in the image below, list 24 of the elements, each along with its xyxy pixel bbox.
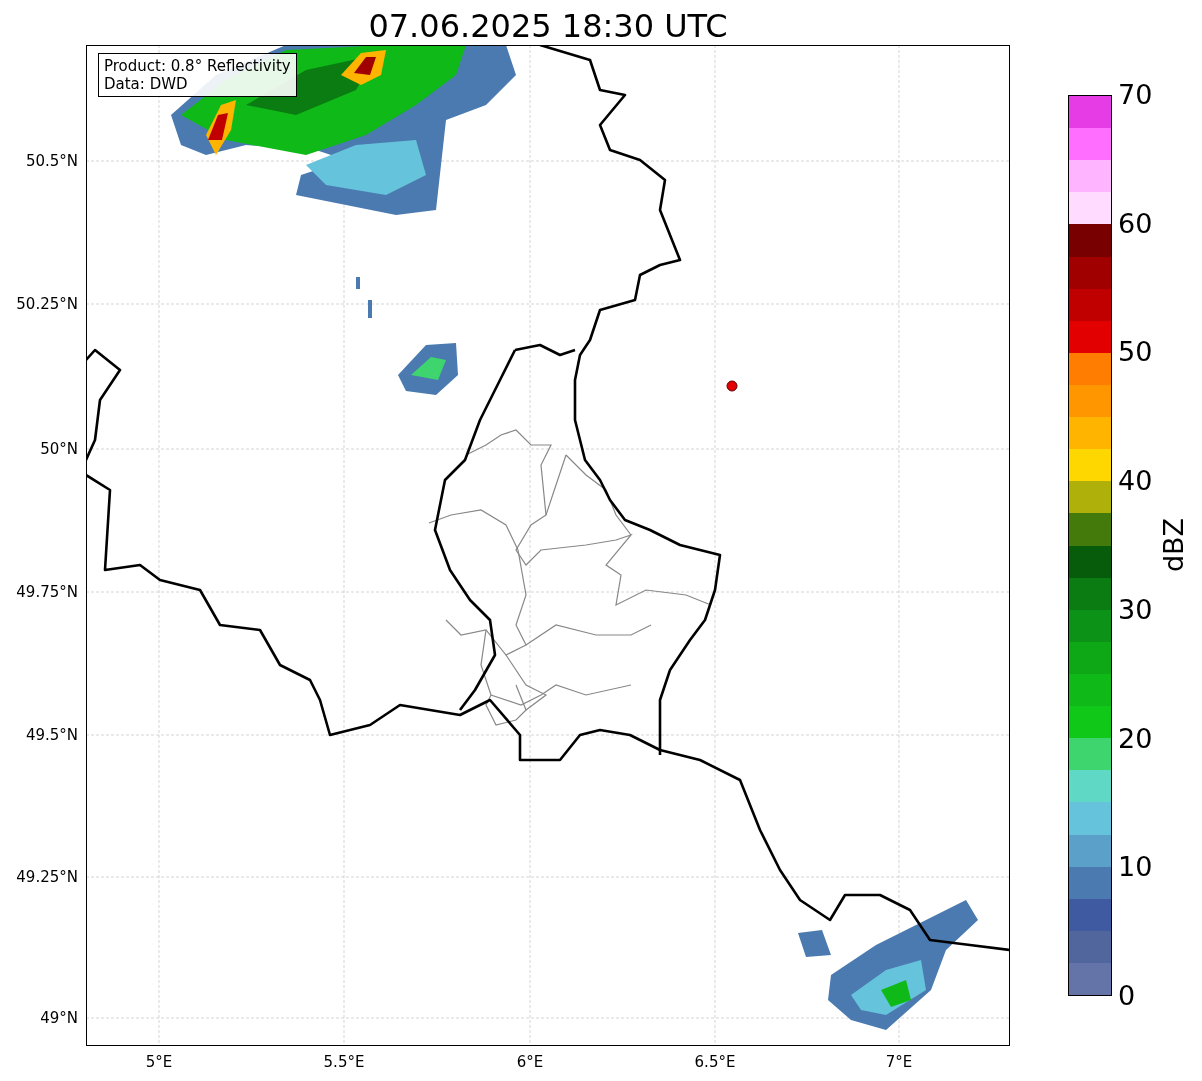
legend-text: Data: DWD xyxy=(104,75,189,93)
axis-tick-label: 50°N xyxy=(40,440,78,458)
axis-tick-label: 50.5°N xyxy=(25,152,78,170)
colorbar-tick-label: 70 xyxy=(1118,80,1153,110)
axis-tick-label: 5°E xyxy=(145,1053,173,1071)
axis-tick-label: 5.5°E xyxy=(323,1053,365,1071)
axis-tick-label: 7°E xyxy=(885,1053,913,1071)
colorbar-label: dBZ xyxy=(1157,517,1189,573)
axis-tick-label: 49.25°N xyxy=(16,868,78,886)
colorbar-tick-label: 0 xyxy=(1118,981,1136,1011)
colorbar-tick-label: 20 xyxy=(1118,723,1153,754)
legend-text: Product: 0.8° Reflectivity xyxy=(104,57,291,75)
chart-title: 07.06.2025 18:30 UTC xyxy=(368,10,728,45)
colorbar-tick-label: 50 xyxy=(1118,337,1153,368)
axis-tick-label: 49.5°N xyxy=(25,726,78,744)
colorbar-tick-label: 10 xyxy=(1118,852,1153,883)
axis-tick-label: 50.25°N xyxy=(16,295,78,313)
colorbar-tick-label: 40 xyxy=(1118,466,1153,497)
colorbar-tick-label: 60 xyxy=(1118,208,1153,239)
axis-tick-label: 6°E xyxy=(516,1053,544,1071)
axis-tick-label: 6.5°E xyxy=(694,1053,736,1071)
axis-tick-label: 49.75°N xyxy=(16,583,78,601)
colorbar-tick-label: 30 xyxy=(1118,594,1153,625)
axis-tick-label: 49°N xyxy=(40,1009,78,1027)
